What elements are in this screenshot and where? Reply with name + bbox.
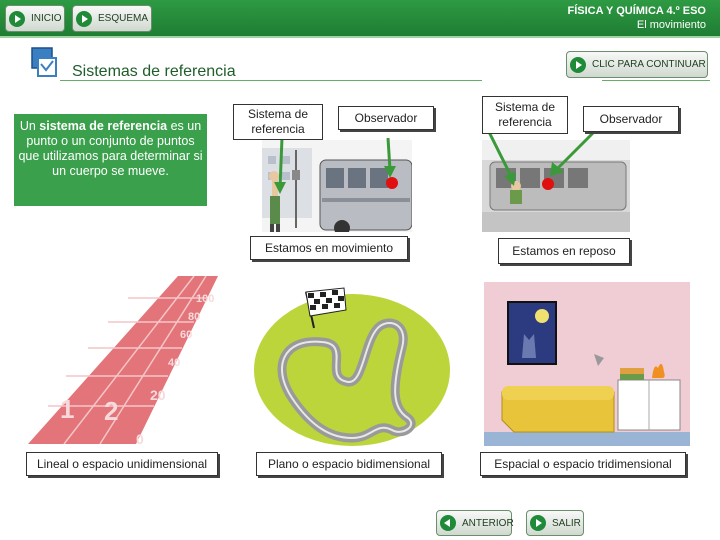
title-divider-right — [602, 80, 710, 81]
play-arrow-icon — [570, 56, 586, 73]
lane-number-1: 1 — [60, 394, 74, 424]
caption-moving: Estamos en movimiento — [250, 236, 408, 260]
running-track-illustration: 1 2 100 80 60 40 20 0 — [28, 276, 218, 444]
exit-button-label: SALIR — [552, 517, 581, 529]
outline-button[interactable]: ESQUEMA — [72, 5, 152, 32]
continue-button-label: CLIC PARA CONTINUAR — [592, 59, 706, 70]
home-button-label: INICIO — [31, 13, 62, 24]
unit-title: El movimiento — [636, 19, 706, 31]
subject-title: FÍSICA Y QUÍMICA 4.º ESO — [567, 5, 707, 17]
reference-label-moving: Sistema de referencia — [233, 104, 323, 140]
home-button[interactable]: INICIO — [5, 5, 65, 32]
document-icon — [31, 47, 57, 77]
distance-40: 40 — [168, 357, 180, 369]
distance-60: 60 — [180, 329, 192, 341]
scene-rest-arrows — [486, 130, 596, 186]
subject-heading: FÍSICA Y QUÍMICA 4.º ESO El movimiento — [568, 5, 707, 31]
race-circuit-illustration — [254, 287, 450, 446]
caption-two-dimension: Plano o espacio bidimensional — [256, 452, 442, 476]
previous-button[interactable]: ANTERIOR — [436, 510, 514, 536]
lane-number-2: 2 — [104, 396, 118, 426]
distance-20: 20 — [150, 387, 166, 403]
distance-100: 100 — [196, 293, 214, 305]
room-illustration — [484, 282, 690, 446]
exit-button[interactable]: SALIR — [526, 510, 584, 536]
definition-term: sistema de referencia — [39, 119, 168, 133]
distance-80: 80 — [188, 311, 200, 323]
play-arrow-icon — [76, 10, 92, 27]
previous-button-label: ANTERIOR — [462, 517, 514, 529]
play-arrow-icon — [530, 515, 546, 531]
scene-moving-arrows — [274, 138, 396, 194]
title-divider — [60, 80, 482, 81]
definition-prefix: Un — [19, 119, 40, 133]
caption-rest: Estamos en reposo — [498, 238, 630, 264]
observer-label-moving: Observador — [338, 106, 434, 130]
page-title: Sistemas de referencia — [72, 63, 236, 80]
continue-button[interactable]: CLIC PARA CONTINUAR — [566, 51, 708, 78]
play-arrow-icon — [9, 10, 25, 27]
distance-0: 0 — [136, 431, 144, 444]
definition-box: Un sistema de referencia es un punto o u… — [14, 114, 207, 206]
reference-label-rest: Sistema de referencia — [482, 96, 568, 134]
caption-three-dimension: Espacial o espacio tridimensional — [480, 452, 686, 476]
back-arrow-icon — [440, 515, 456, 531]
observer-label-rest: Observador — [583, 106, 679, 132]
caption-one-dimension: Lineal o espacio unidimensional — [26, 452, 218, 476]
outline-button-label: ESQUEMA — [98, 13, 149, 24]
